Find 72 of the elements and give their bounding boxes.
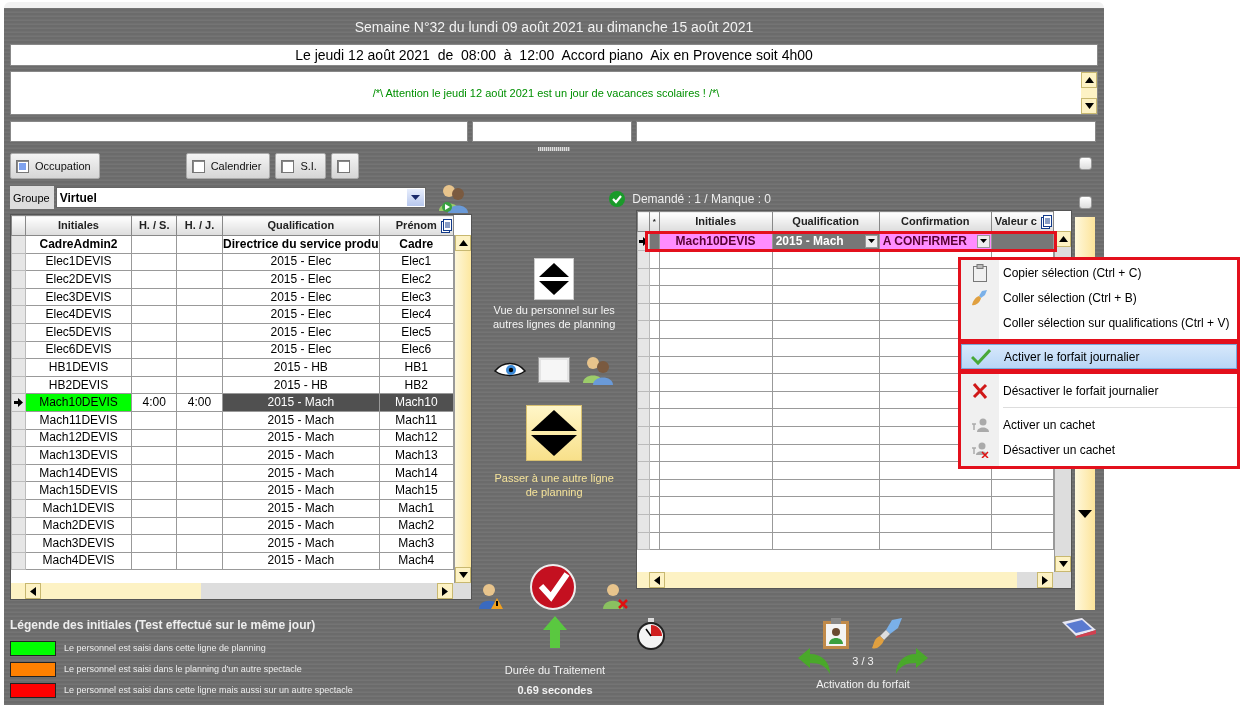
table-cell: 2015 - Elec <box>222 288 379 306</box>
table-cell: HB1DEVIS <box>25 358 132 377</box>
legend-text: Le personnel est saisi dans le planning d'un autre spectacle <box>64 662 302 676</box>
table-cell: Mach4 <box>379 552 454 570</box>
table-cell: Elec5 <box>379 323 454 342</box>
table-cell: Mach13DEVIS <box>25 446 132 465</box>
table-cell: Mach3DEVIS <box>25 534 132 553</box>
view-caption: Vue du personnel sur les autres lignes de planning <box>491 303 617 331</box>
table-cell: 2015 - Mach <box>222 429 379 447</box>
table-cell: Elec3DEVIS <box>25 288 132 306</box>
table-cell: 2015 - Elec <box>222 253 379 271</box>
table-cell: Mach13 <box>379 446 454 465</box>
table-cell: Mach2 <box>379 517 454 535</box>
table-cell: Mach12DEVIS <box>25 429 132 447</box>
table-cell: Elec6 <box>379 341 454 359</box>
page-position: 3 / 3 <box>852 653 874 669</box>
table-cell: 2015 - Elec <box>222 323 379 342</box>
switch-caption: Passer à une autre ligne de planning <box>494 471 615 499</box>
legend-text: Le personnel est saisi dans cette ligne mais aussi sur un autre spectacle <box>64 683 353 697</box>
new-row-marker: * <box>649 211 660 232</box>
table-cell: 2015 - Elec <box>222 270 379 289</box>
table-cell: Mach4DEVIS <box>25 552 132 570</box>
table-cell: 2015 - Mach <box>222 411 379 430</box>
warning-text: /*\ Attention le jeudi 12 août 2021 est un jour de vacances scolaires ! /*\ <box>371 86 721 101</box>
table-cell: 2015 - Mach <box>222 481 379 500</box>
table-cell: 2015 - Mach <box>222 552 379 570</box>
table-cell: 2015 - Elec <box>222 305 379 324</box>
table-cell: Mach15DEVIS <box>25 481 132 500</box>
table-cell: Elec6DEVIS <box>25 341 132 359</box>
table-cell: 2015 - HB <box>222 358 379 377</box>
table-cell: Mach2DEVIS <box>25 517 132 535</box>
table-cell: Mach14DEVIS <box>25 464 132 482</box>
table-cell: 2015 - HB <box>222 376 379 394</box>
event-info: Le jeudi 12 août 2021 de 08:00 à 12:00 Accord piano Aix en Provence soit 4h00 <box>10 44 1098 66</box>
week-title: Semaine N°32 du lundi 09 août 2021 au dimanche 15 août 2021 <box>353 18 755 37</box>
table-cell: CadreAdmin2 <box>25 235 132 254</box>
table-cell: Cadre <box>379 235 454 254</box>
table-cell: Elec1 <box>379 253 454 271</box>
table-cell: Mach12 <box>379 429 454 447</box>
table-cell: HB2DEVIS <box>25 376 132 394</box>
table-cell: 4:00 <box>131 393 177 412</box>
table-cell: 2015 - Mach <box>222 446 379 465</box>
table-cell: 2015 - Mach <box>222 499 379 517</box>
table-cell: Mach3 <box>379 534 454 553</box>
table-cell: Elec2DEVIS <box>25 270 132 289</box>
legend-title: Légende des initiales (Test effectué sur le même jour) <box>10 617 317 634</box>
table-cell: Mach1 <box>379 499 454 517</box>
table-cell: Mach1DEVIS <box>25 499 132 517</box>
group-label: Groupe <box>10 186 54 209</box>
table-cell: Elec2 <box>379 270 454 289</box>
table-cell: Mach11DEVIS <box>25 411 132 430</box>
table-cell: Elec4DEVIS <box>25 305 132 324</box>
table-cell: HB2 <box>379 376 454 394</box>
table-cell: Elec3 <box>379 288 454 306</box>
table-cell: 2015 - Elec <box>222 341 379 359</box>
demand-summary: Demandé : 1 / Manque : 0 <box>632 191 771 208</box>
legend-text: Le personnel est saisi dans cette ligne de planning <box>64 641 266 655</box>
table-cell: HB1 <box>379 358 454 377</box>
table-cell: Mach11 <box>379 411 454 430</box>
table-cell: 2015 - Mach <box>222 517 379 535</box>
table-cell: Directrice du service produ <box>222 235 379 254</box>
table-cell: 2015 - Mach <box>222 464 379 482</box>
table-cell: Elec4 <box>379 305 454 324</box>
table-cell: Elec5DEVIS <box>25 323 132 342</box>
table-cell: 4:00 <box>176 393 223 412</box>
duration-value: 0.69 secondes <box>517 682 593 698</box>
table-cell: 2015 - Mach <box>222 534 379 553</box>
table-cell: Mach14 <box>379 464 454 482</box>
table-cell: Elec1DEVIS <box>25 253 132 271</box>
duration-label: Durée du Traitement <box>504 663 606 678</box>
pager-caption: Activation du forfait <box>816 677 910 692</box>
table-cell: Mach15 <box>379 481 454 500</box>
